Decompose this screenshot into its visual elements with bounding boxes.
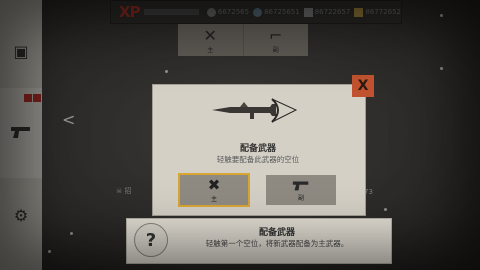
secondary-weapon-slot[interactable]: 副: [266, 175, 336, 205]
modal-subtitle: 轻触要配备此武器的空位: [216, 155, 300, 164]
primary-slot-label: 主: [210, 195, 217, 203]
primary-weapon-slot[interactable]: ✖ 主: [178, 173, 250, 207]
pistol-icon: [292, 180, 309, 190]
modal-title: 配备武器: [239, 144, 276, 154]
secondary-slot-label: 副: [297, 194, 304, 202]
tip-title: 配备武器: [258, 228, 295, 238]
tip-body: 轻触第一个空位，将新武器配备为主武器。: [205, 239, 349, 248]
question-mark-icon: ?: [134, 223, 168, 257]
crossbow-icon: [212, 98, 298, 123]
crossed-x-icon: ✖: [207, 175, 221, 194]
close-button[interactable]: X: [352, 75, 374, 97]
